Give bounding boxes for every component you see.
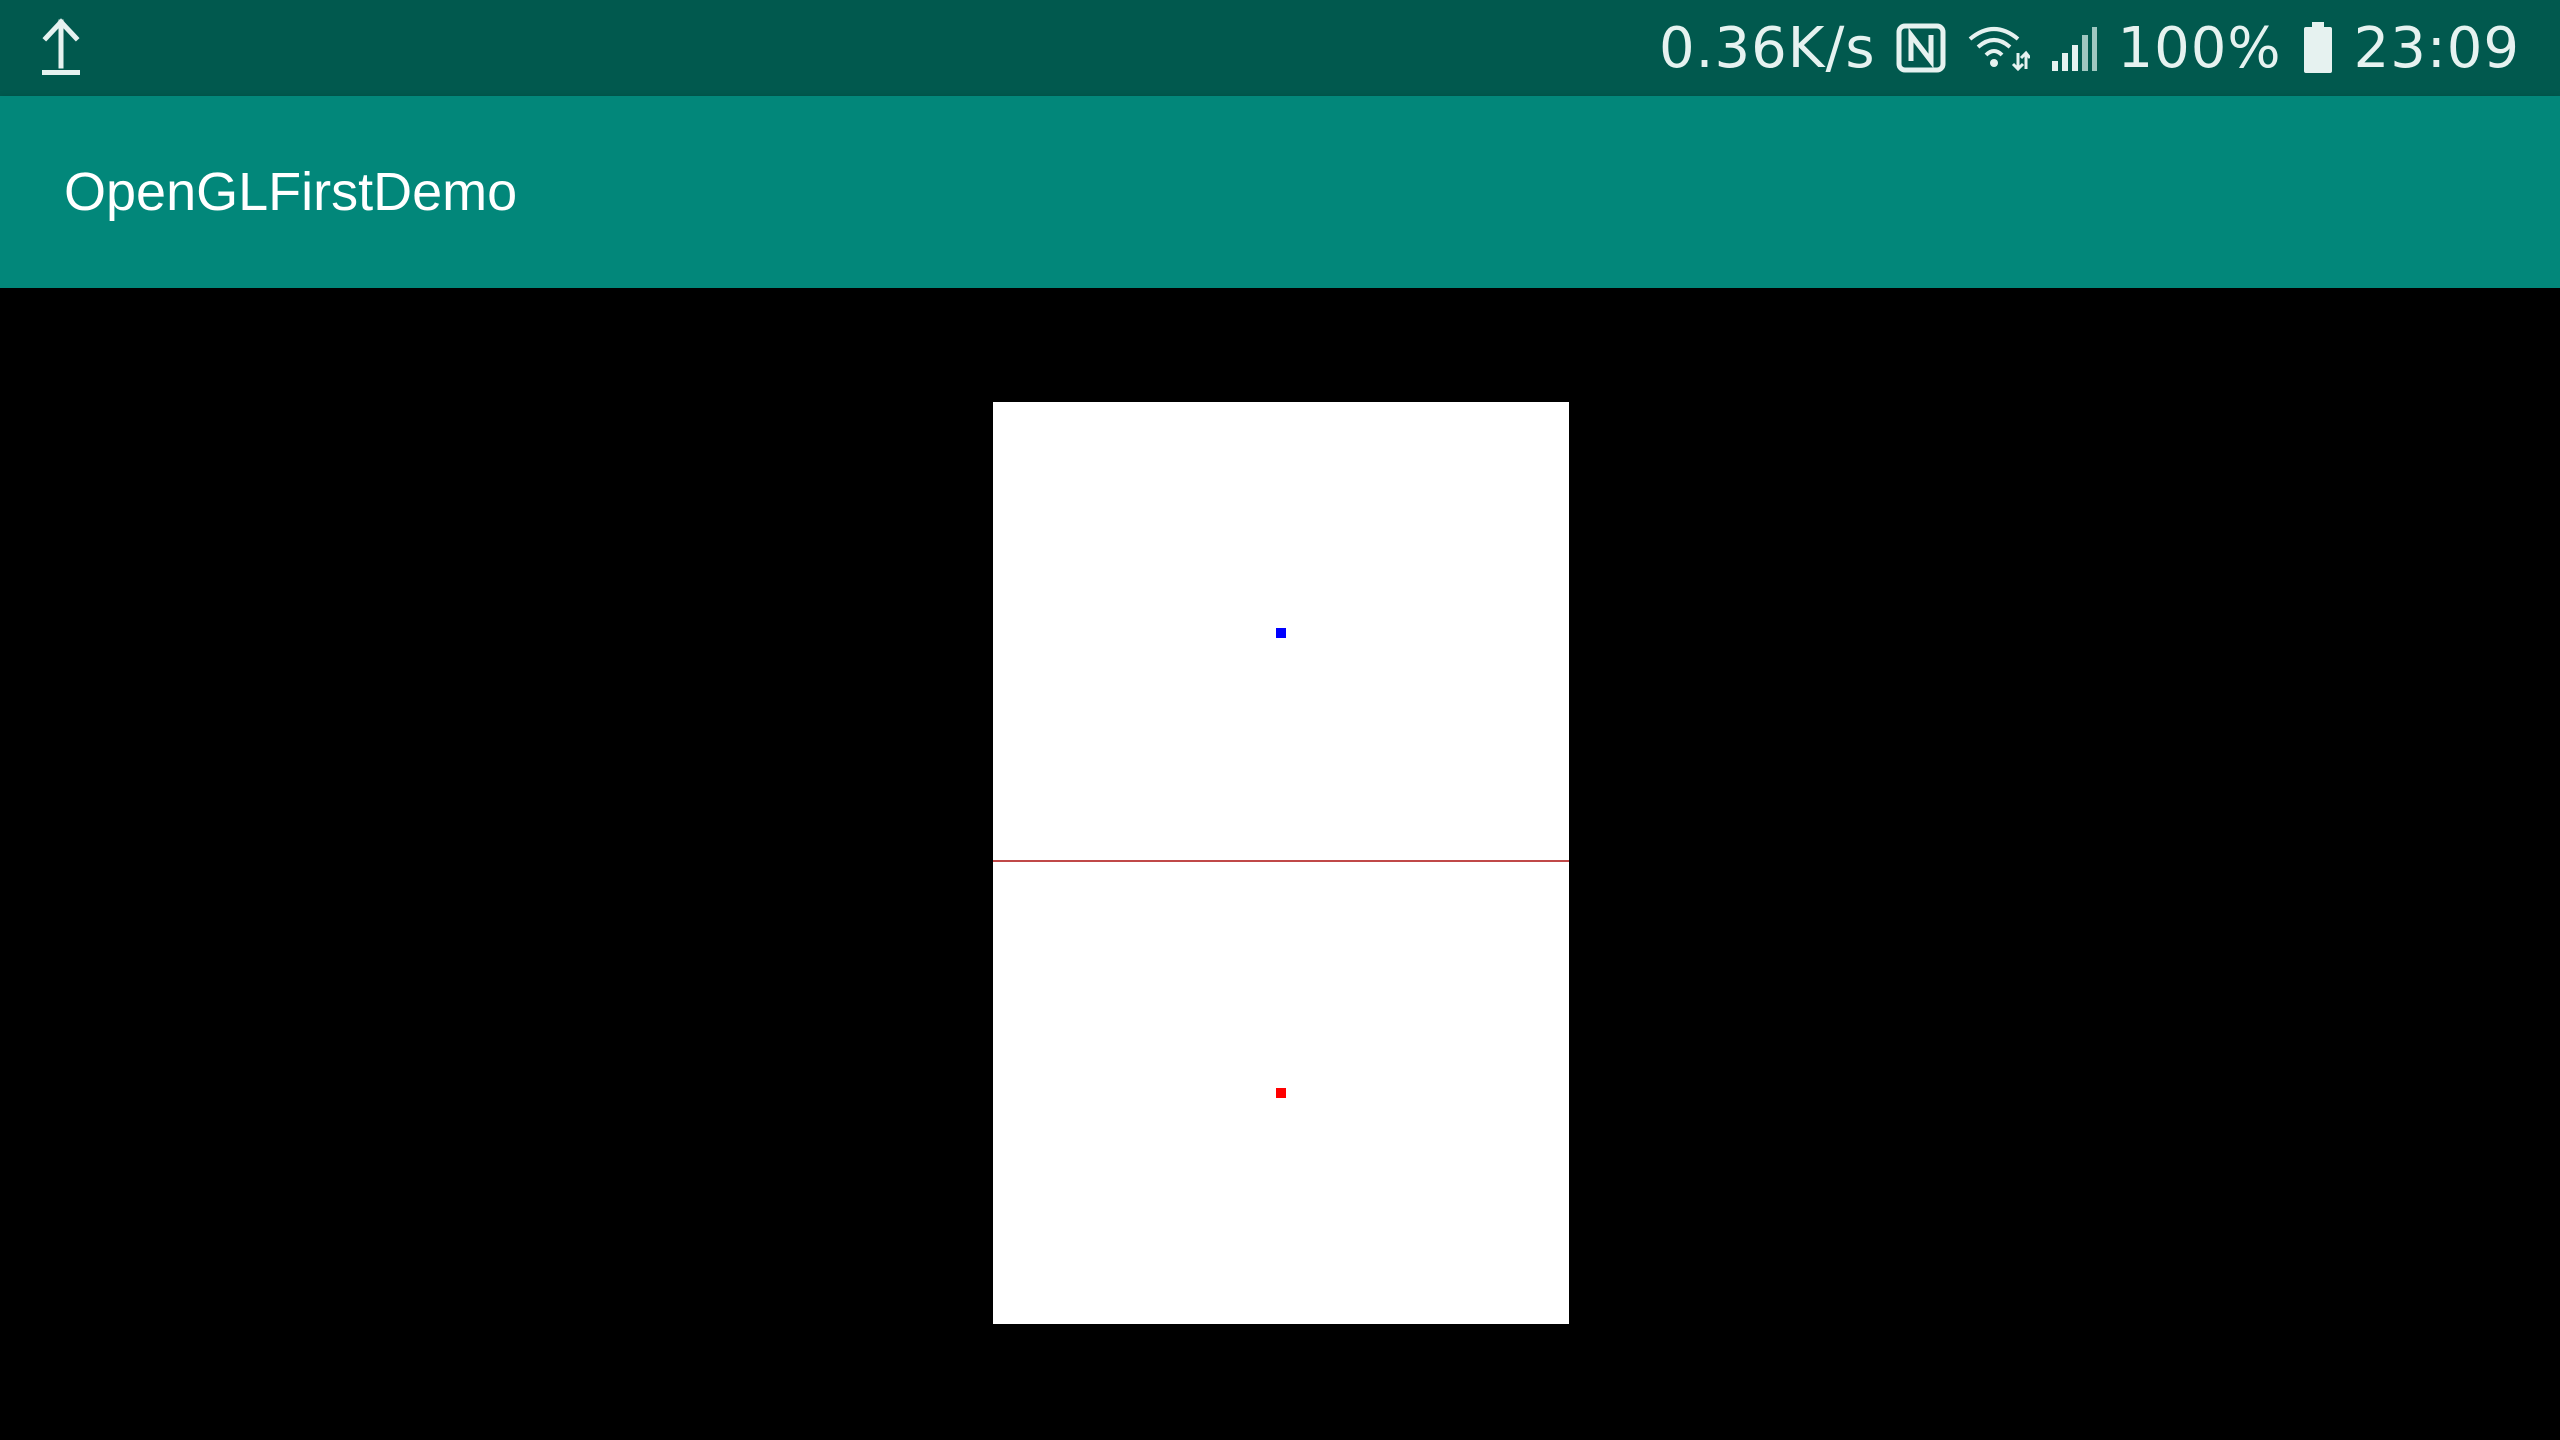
red-point <box>1276 1088 1286 1098</box>
battery-percentage: 100% <box>2117 15 2282 81</box>
wifi-icon <box>1966 23 2030 73</box>
status-right-group: 0.36K/s 100% 23:09 <box>1659 0 2520 96</box>
network-speed: 0.36K/s <box>1659 15 1876 81</box>
horizontal-line <box>993 860 1569 862</box>
signal-icon <box>2050 23 2098 73</box>
app-bar: OpenGLFirstDemo <box>0 96 2560 288</box>
upload-icon <box>38 18 84 78</box>
blue-point <box>1276 628 1286 638</box>
battery-icon <box>2302 22 2334 74</box>
clock: 23:09 <box>2353 15 2520 81</box>
app-title: OpenGLFirstDemo <box>64 162 518 222</box>
nfc-icon <box>1896 23 1946 73</box>
status-bar: 0.36K/s 100% 23:09 <box>0 0 2560 96</box>
opengl-surface-view[interactable] <box>993 402 1569 1324</box>
